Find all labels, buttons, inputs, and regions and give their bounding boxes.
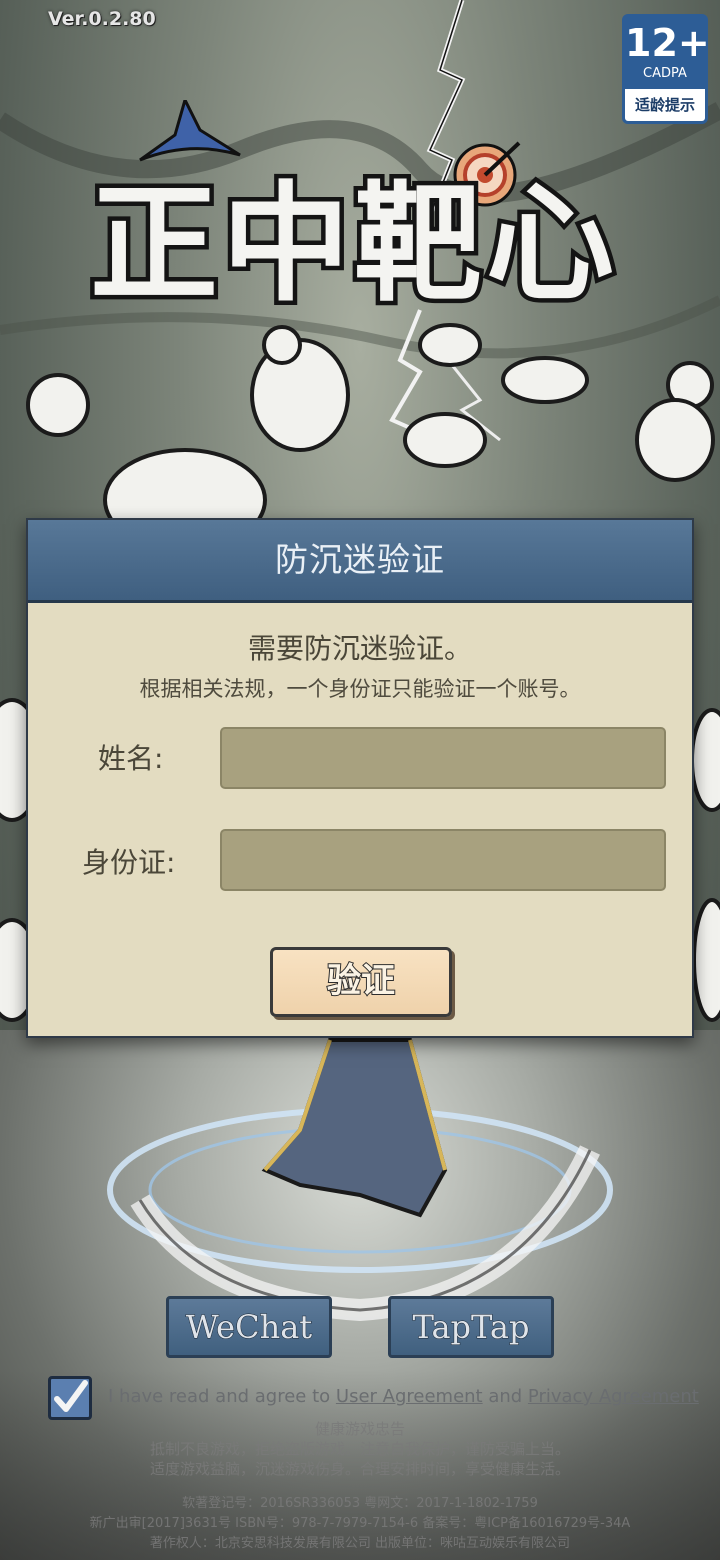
id-card-input[interactable]	[220, 829, 666, 891]
agreement-prefix: I have read and agree to	[108, 1386, 336, 1407]
game-title-logo: 正中靶心	[85, 165, 619, 324]
name-label: 姓名:	[98, 742, 164, 775]
wechat-login-button[interactable]: WeChat	[166, 1296, 332, 1358]
health-advice-line2: 适度游戏益脑，沉迷游戏伤身。合理安排时间，享受健康生活。	[149, 1460, 570, 1478]
version-label: Ver.0.2.80	[48, 8, 156, 30]
taptap-login-button[interactable]: TapTap	[388, 1296, 554, 1358]
anti-addiction-dialog: 防沉迷验证 需要防沉迷验证。 根据相关法规，一个身份证只能验证一个账号。 姓名:…	[26, 518, 694, 1038]
registration-line1: 软著登记号：2016SR336053 粤网文：2017-1-1802-1759	[182, 1496, 538, 1511]
agreement-text: I have read and agree to User Agreement …	[108, 1386, 699, 1407]
privacy-agreement-link[interactable]: Privacy Agreement	[528, 1386, 699, 1407]
game-logo: 正中靶心	[70, 100, 670, 324]
verify-button[interactable]: 验证	[270, 947, 452, 1017]
age-rating-org: CADPA	[643, 66, 687, 81]
agreement-checkbox[interactable]	[48, 1376, 92, 1420]
name-input[interactable]	[220, 727, 666, 789]
registration-line3: 著作权人：北京安思科技发展有限公司 出版单位：咪咕互动娱乐有限公司	[149, 1536, 571, 1551]
dialog-body: 需要防沉迷验证。 根据相关法规，一个身份证只能验证一个账号。 姓名: 身份证: …	[28, 603, 692, 1039]
notice-subtitle: 根据相关法规，一个身份证只能验证一个账号。	[139, 677, 581, 701]
agreement-and: and	[482, 1386, 528, 1407]
registration-line2: 新广出审[2017]3631号 ISBN号：978-7-7979-7154-6 …	[89, 1516, 631, 1531]
health-advice-title: 健康游戏忠告	[314, 1420, 405, 1438]
notice-title: 需要防沉迷验证。	[247, 632, 472, 665]
dialog-title: 防沉迷验证	[28, 520, 692, 603]
checkmark-icon	[54, 1380, 88, 1412]
user-agreement-link[interactable]: User Agreement	[336, 1386, 483, 1407]
health-advice-line1: 抵制不良游戏，拒绝盗版游戏。注意自我保护，谨防受骗上当。	[149, 1440, 570, 1458]
age-rating-top: 12+ CADPA	[625, 17, 710, 89]
creature-left	[26, 323, 715, 552]
id-card-label: 身份证:	[82, 846, 176, 879]
age-rating-number: 12+	[625, 21, 710, 65]
